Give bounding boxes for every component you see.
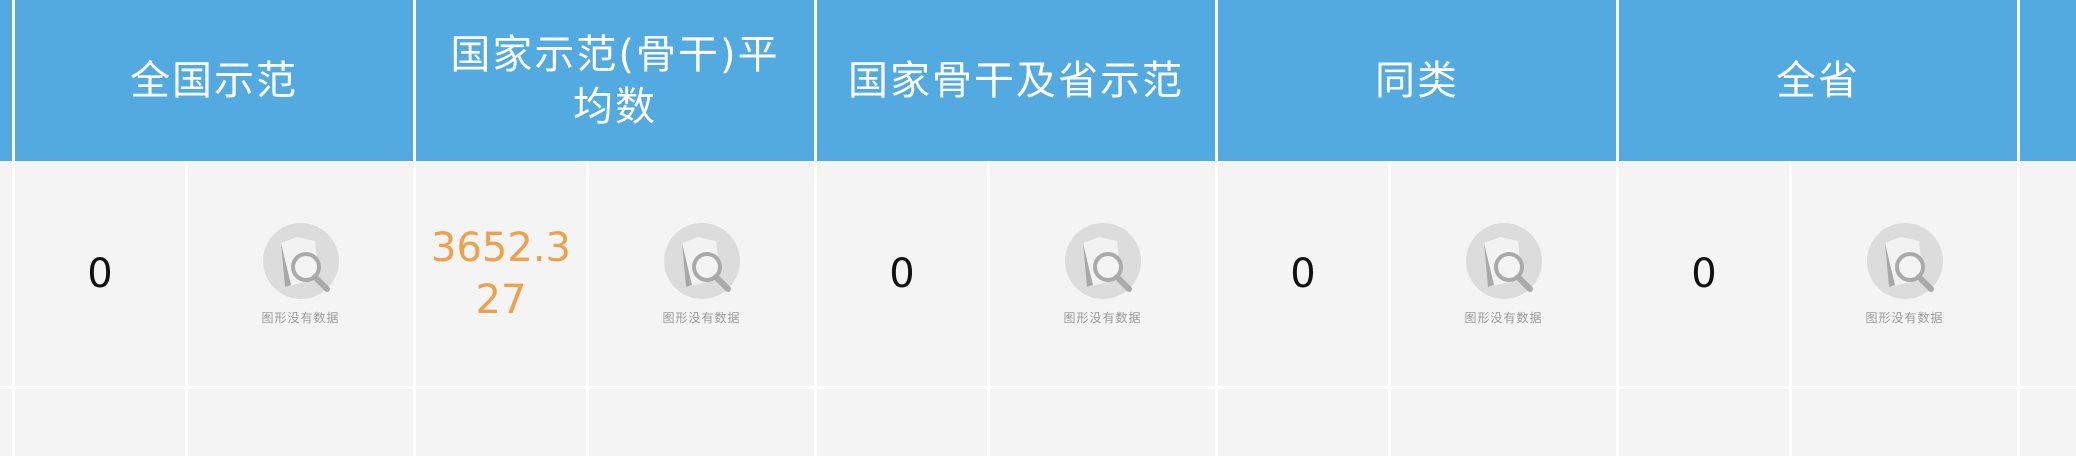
no-data-chart-icon — [1064, 223, 1141, 299]
value-national-demo: 0 — [87, 250, 113, 297]
header-same-category: 同类 — [1218, 0, 1619, 161]
chart-placeholder: 图形没有数据 — [1391, 161, 1616, 386]
chart-placeholder: 图形没有数据 — [188, 161, 413, 386]
header-whole-province: 全省 — [1619, 0, 2020, 161]
header-backbone-provincial: 国家骨干及省示范 — [817, 0, 1218, 161]
no-data-chart-icon — [262, 223, 339, 299]
header-national-average: 国家示范(骨干)平均数 — [416, 0, 817, 161]
no-data-chart-icon — [1866, 223, 1943, 299]
value-whole-province: 0 — [1691, 250, 1717, 297]
value-national-average: 3652.327 — [431, 224, 571, 323]
table-row: 0 图形没有数据 3652.327 图形没有数据 0 图形没有数据 0 图形没有… — [0, 161, 2076, 389]
table-row — [0, 389, 2076, 456]
chart-placeholder: 图形没有数据 — [1792, 161, 2017, 386]
no-data-text: 图形没有数据 — [1865, 311, 1944, 325]
value-same-category: 0 — [1290, 250, 1316, 297]
no-data-text: 图形没有数据 — [261, 311, 340, 325]
no-data-chart-icon — [1465, 223, 1542, 299]
comparison-table: 全国示范 国家示范(骨干)平均数 国家骨干及省示范 同类 全省 0 图形没有数据… — [0, 0, 2076, 456]
chart-placeholder: 图形没有数据 — [589, 161, 814, 386]
header-edge-cell — [0, 0, 15, 161]
table-header: 全国示范 国家示范(骨干)平均数 国家骨干及省示范 同类 全省 — [0, 0, 2076, 161]
header-national-demo: 全国示范 — [15, 0, 416, 161]
no-data-text: 图形没有数据 — [662, 311, 741, 325]
no-data-text: 图形没有数据 — [1464, 311, 1543, 325]
no-data-chart-icon — [663, 223, 740, 299]
value-backbone-provincial: 0 — [889, 250, 915, 297]
no-data-text: 图形没有数据 — [1063, 311, 1142, 325]
chart-placeholder: 图形没有数据 — [990, 161, 1215, 386]
